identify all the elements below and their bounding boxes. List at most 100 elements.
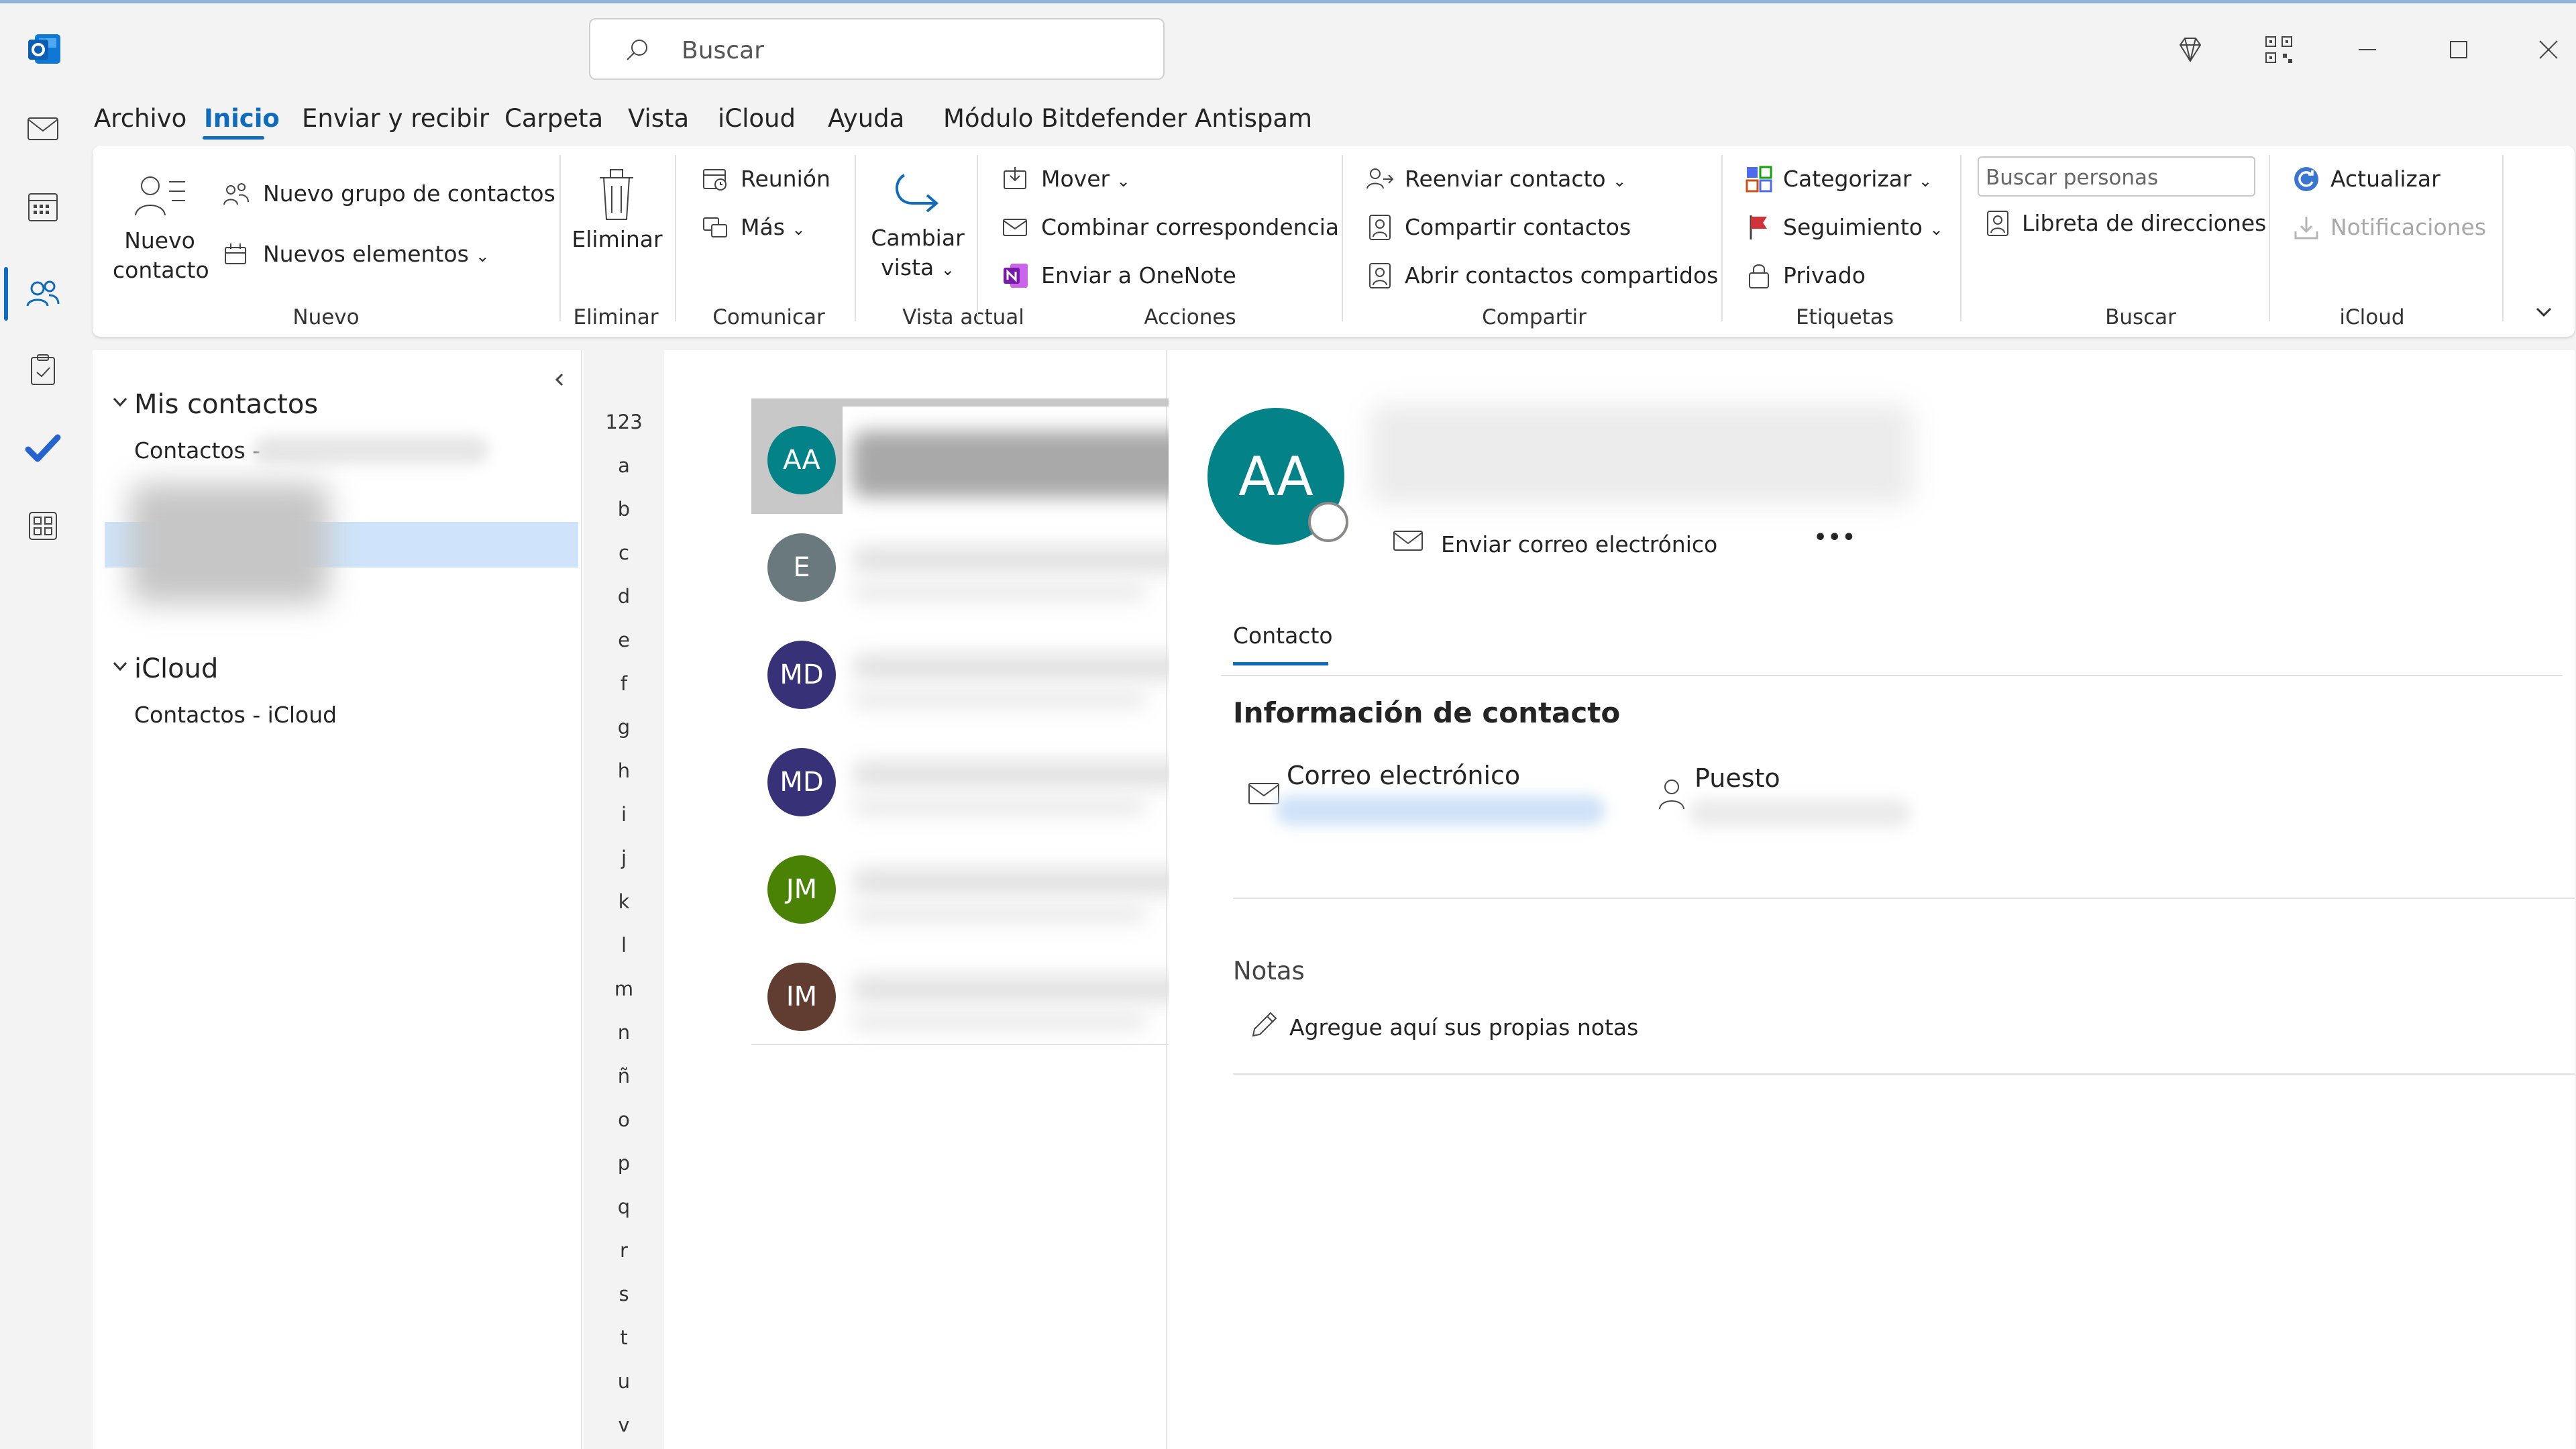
alphabet-index-letter[interactable]: k [584,890,664,913]
contact-list-item[interactable]: AA [751,407,1214,514]
alphabet-index-letter[interactable]: t [584,1326,664,1349]
menu-enviar-recibir[interactable]: Enviar y recibir [302,104,489,133]
chevron-down-icon[interactable] [110,656,130,676]
contact-list-item[interactable]: IM [751,943,1214,1051]
redacted-contact-name [852,546,1201,573]
more-communicate-button[interactable]: Más ⌄ [741,214,806,240]
contact-list-item[interactable]: MD [751,729,1214,836]
alphabet-index-letter[interactable]: q [584,1195,664,1218]
alphabet-index-letter[interactable]: s [584,1283,664,1305]
contact-list-item[interactable]: E [751,514,1214,621]
alphabet-index-letter[interactable]: n [584,1021,664,1044]
alphabet-index-letter[interactable]: e [584,629,664,651]
search-people-input[interactable]: Buscar personas [1978,156,2255,197]
notifications-download-icon [2292,213,2321,242]
alphabet-index-letter[interactable]: m [584,977,664,1000]
alphabet-index-letter[interactable]: f [584,672,664,695]
group-label-buscar: Buscar [2105,305,2176,329]
contact-list-item[interactable]: MD [751,621,1214,729]
premium-diamond-icon[interactable] [2174,33,2207,66]
alphabet-index-letter[interactable]: p [584,1152,664,1175]
todo-check-icon[interactable] [16,421,70,475]
list-bottom-divider [751,1044,1214,1045]
ribbon-separator [2269,155,2270,321]
alphabet-index-letter[interactable]: b [584,498,664,521]
open-shared-contacts-button[interactable]: Abrir contactos compartidos [1405,262,1718,288]
mail-merge-button[interactable]: Combinar correspondencia [1041,214,1339,240]
calendar-icon[interactable] [16,180,70,233]
follow-up-button[interactable]: Seguimiento ⌄ [1783,214,1943,240]
menu-archivo[interactable]: Archivo [94,104,186,133]
forward-contact-button[interactable]: Reenviar contacto ⌄ [1405,166,1626,192]
tasks-clipboard-icon[interactable] [16,343,70,397]
alphabet-index-letter[interactable]: r [584,1239,664,1262]
chevron-down-icon: ⌄ [1919,172,1933,191]
my-contacts-header[interactable]: Mis contactos [134,389,318,420]
send-email-button[interactable]: Enviar correo electrónico [1441,531,1717,557]
change-view-arrow-icon [885,163,946,223]
address-book-button[interactable]: Libreta de direcciones [2022,210,2266,236]
alphabet-index-letter[interactable]: o [584,1108,664,1131]
alphabet-index-letter[interactable]: l [584,934,664,957]
icloud-header[interactable]: iCloud [134,653,218,684]
redacted-contact-name [852,653,1201,680]
alphabet-index-letter[interactable]: a [584,454,664,477]
delete-button[interactable]: Eliminar [570,225,664,254]
qr-code-icon[interactable] [2262,33,2296,66]
menu-bitdefender[interactable]: Módulo Bitdefender Antispam [943,104,1312,133]
contact-list-item[interactable]: JM [751,836,1214,943]
alphabet-index-letter[interactable]: h [584,759,664,782]
more-options-button[interactable]: ••• [1814,526,1857,549]
new-contact-button[interactable]: Nuevo contacto [113,226,209,285]
search-input[interactable]: Buscar [589,18,1165,80]
email-icon [1246,780,1281,808]
ribbon-collapse-chevron-icon[interactable] [2530,299,2557,325]
redacted-email-value[interactable] [1276,796,1605,825]
alphabet-index-letter[interactable]: 123 [584,411,664,433]
menu-inicio[interactable]: Inicio [204,104,280,133]
collapse-pane-chevron-icon[interactable] [549,368,569,392]
new-contact-label-1: Nuevo [124,227,195,254]
categorize-label: Categorizar [1783,166,1912,192]
categorize-button[interactable]: Categorizar ⌄ [1783,166,1932,192]
people-icon[interactable] [16,267,70,321]
minimize-icon[interactable] [2351,33,2384,66]
maximize-icon[interactable] [2442,33,2475,66]
search-people-placeholder: Buscar personas [1986,166,2159,190]
alphabet-index-letter[interactable]: d [584,585,664,608]
app-navigation-rail [0,94,86,1449]
row-separator [751,621,843,623]
private-button[interactable]: Privado [1783,262,1866,288]
send-to-onenote-button[interactable]: Enviar a OneNote [1041,262,1236,288]
meeting-icon [700,164,730,194]
new-contact-group-button[interactable]: Nuevo grupo de contactos [263,180,555,207]
alphabet-index-letter[interactable]: u [584,1370,664,1393]
alphabet-index-letter[interactable]: j [584,847,664,869]
menu-ayuda[interactable]: Ayuda [828,104,904,133]
contact-avatar: AA [767,426,836,494]
refresh-button[interactable]: Actualizar [2330,166,2440,192]
menu-icloud[interactable]: iCloud [718,104,796,133]
notes-input[interactable]: Agregue aquí sus propias notas [1289,1014,1638,1040]
chevron-down-icon[interactable] [110,392,130,412]
alphabet-index-letter[interactable]: c [584,541,664,564]
menu-vista[interactable]: Vista [628,104,689,133]
mail-icon[interactable] [16,102,70,156]
tab-contacto[interactable]: Contacto [1233,623,1333,649]
alphabet-index-letter[interactable]: ñ [584,1065,664,1087]
share-contacts-button[interactable]: Compartir contactos [1405,214,1631,240]
alphabet-index-letter[interactable]: g [584,716,664,739]
close-icon[interactable] [2532,33,2565,66]
new-items-button[interactable]: Nuevos elementos ⌄ [263,241,489,267]
icloud-contacts-folder[interactable]: Contactos - iCloud [134,702,337,728]
alphabet-index-letter[interactable]: v [584,1413,664,1436]
email-label: Correo electrónico [1287,761,1521,790]
meeting-button[interactable]: Reunión [741,166,830,192]
notifications-button[interactable]: Notificaciones [2330,214,2486,240]
apps-grid-icon[interactable] [16,499,70,553]
menu-carpeta[interactable]: Carpeta [504,104,603,133]
change-view-button[interactable]: Cambiar vista ⌄ [864,223,971,284]
contacts-folder[interactable]: Contactos - [134,437,260,464]
move-button[interactable]: Mover ⌄ [1041,166,1130,192]
alphabet-index-letter[interactable]: i [584,803,664,826]
